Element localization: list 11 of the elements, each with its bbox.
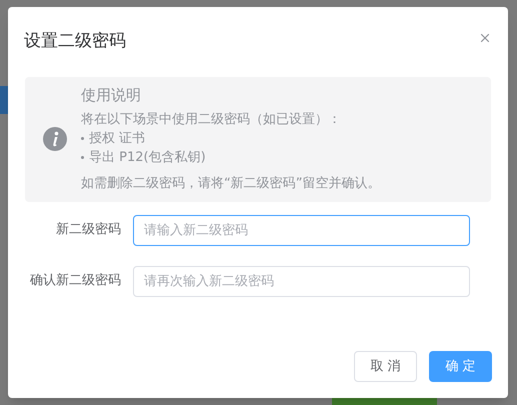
cancel-button[interactable]: 取 消: [354, 351, 417, 382]
bullet-item: 授权 证书: [81, 128, 380, 148]
notice-text: 将在以下场景中使用二级密码（如已设置）：: [81, 110, 342, 128]
bullet-item: 导出 P12(包含私钥): [81, 148, 380, 166]
input-field[interactable]: 请输入新二级密码: [133, 214, 470, 246]
field-label: 新二级密码: [55, 221, 122, 240]
dialog-title: 设置二级密码: [24, 30, 126, 53]
notice-title: 使用说明: [81, 86, 142, 104]
field-label: 确认新二级密码: [29, 272, 122, 290]
info-icon: [43, 127, 67, 151]
notice-text: 如需删除二级密码，请将“新二级密码”留空并确认。: [81, 174, 380, 192]
